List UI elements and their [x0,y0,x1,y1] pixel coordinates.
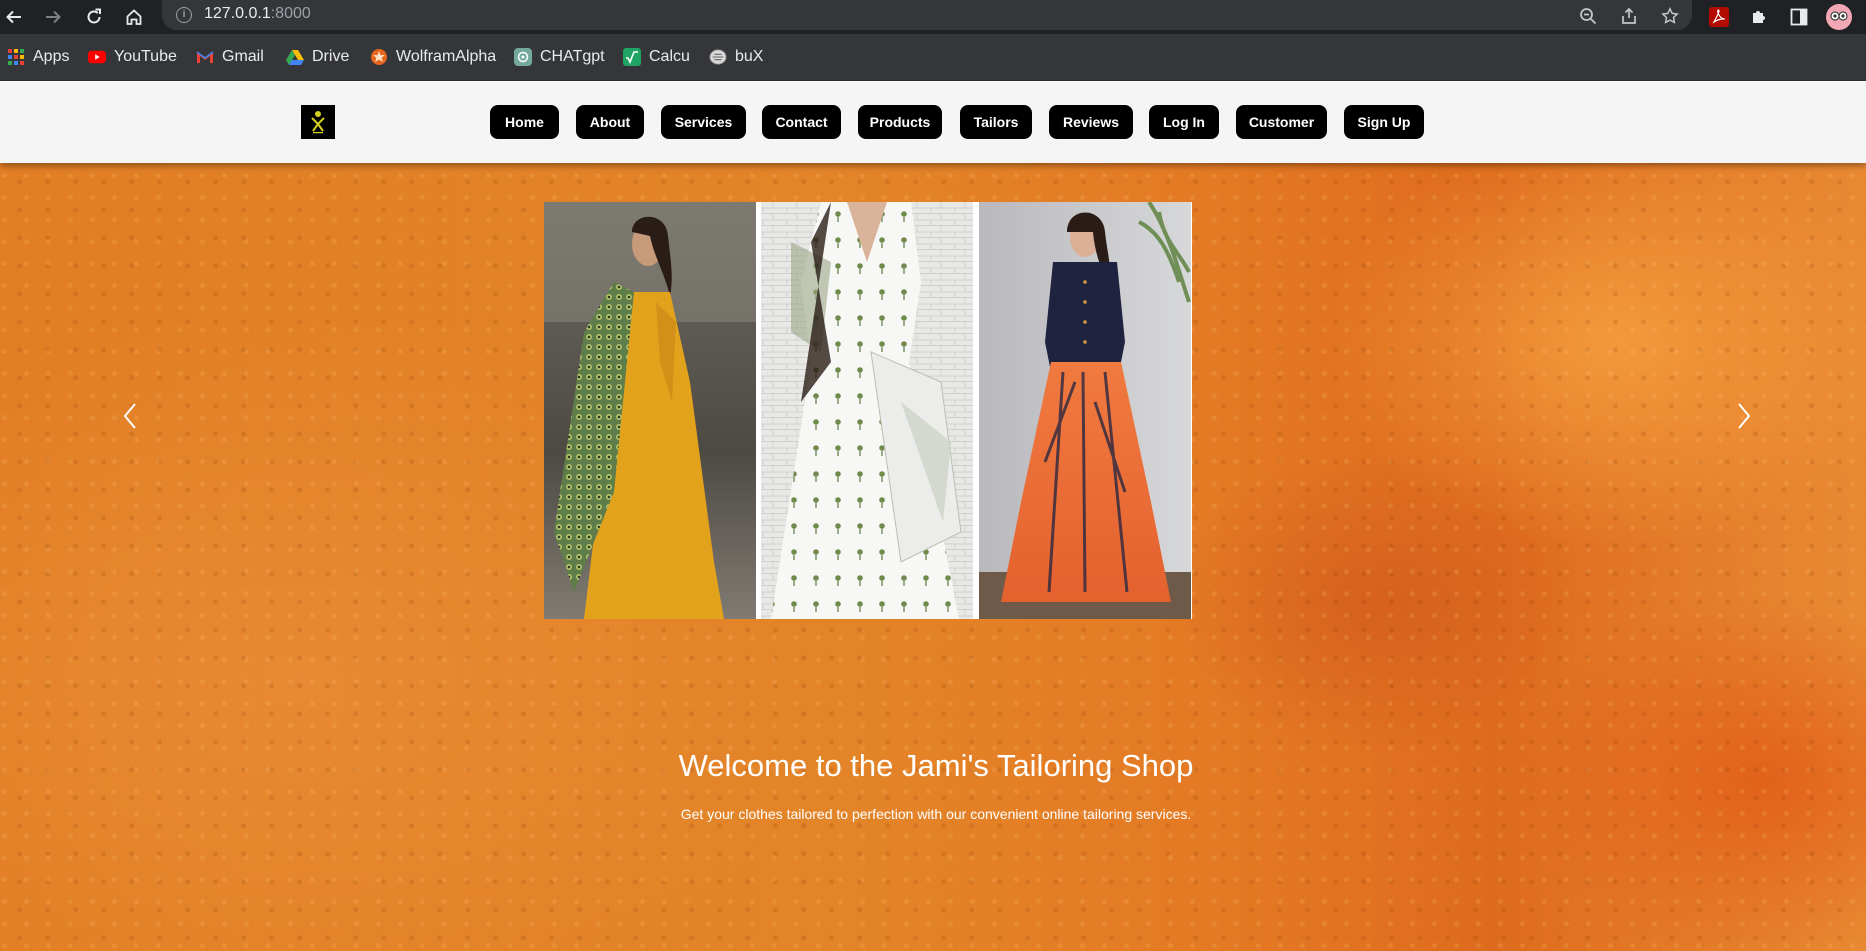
hero-subtitle-text: Get your clothes tailored to perfection … [680,806,1192,822]
carousel-image-yellow-dress [544,202,757,619]
site-info-icon[interactable]: i [176,7,192,23]
bookmark-calcu[interactable]: Calcu [623,46,690,68]
bookmark-apps[interactable]: Apps [7,46,69,68]
extensions-puzzle-icon[interactable] [1745,3,1773,31]
bux-icon [709,48,727,66]
hero-title-text: Welcome to the Jami's Tailoring Shop [678,748,1194,783]
chatgpt-icon [514,48,532,66]
bookmark-drive[interactable]: Drive [286,46,349,68]
tailor-logo-icon [311,111,325,134]
carousel-image-white-dress [761,202,974,619]
youtube-icon [88,48,106,66]
forward-arrow-icon [46,10,61,24]
bookmark-label: WolframAlpha [396,48,497,65]
page-viewport: Home About Services Contact Products Tai… [0,81,1866,951]
zoom-icon[interactable] [1576,4,1600,28]
bookmark-star-icon[interactable] [1658,4,1682,28]
hero-subtitle: Get your clothes tailored to perfection … [0,806,1866,822]
bookmark-label: Drive [312,48,350,65]
profile-avatar[interactable] [1825,3,1853,31]
bookmark-wolframalpha[interactable]: WolframAlpha [370,46,496,68]
bookmarks-bar: Apps YouTube Gmail Drive WolframAlpha CH… [0,34,1866,81]
address-bar[interactable]: i 127.0.0.1:8000 [162,0,1692,30]
bookmark-label: Gmail [222,48,264,65]
chevron-left-icon [123,403,136,429]
nav-reviews-button[interactable]: Reviews [1049,105,1133,139]
gmail-icon [196,48,214,66]
browser-toolbar: i 127.0.0.1:8000 [0,0,1866,34]
nav-contact-button[interactable]: Contact [762,105,841,139]
carousel-prev-button[interactable] [115,396,145,436]
nav-home-button[interactable]: Home [490,105,559,139]
nav-products-button[interactable]: Products [858,105,942,139]
reload-icon [87,8,101,24]
apps-grid-icon [7,48,25,66]
nav-services-button[interactable]: Services [661,105,746,139]
bookmark-label: CHATgpt [540,48,605,65]
nav-tailors-button[interactable]: Tailors [960,105,1032,139]
hero-title: Welcome to the Jami's Tailoring Shop [0,748,1866,784]
url-port: :8000 [270,5,311,22]
side-panel-icon[interactable] [1785,3,1813,31]
site-header: Home About Services Contact Products Tai… [0,81,1866,163]
url-host: 127.0.0.1 [204,5,271,22]
share-icon[interactable] [1617,4,1641,28]
bookmark-bux[interactable]: buX [709,46,763,68]
carousel-image-orange-dress [978,202,1192,619]
nav-customer-button[interactable]: Customer [1236,105,1327,139]
bookmark-label: Apps [33,48,70,65]
bookmark-gmail[interactable]: Gmail [196,46,264,68]
forward-button[interactable] [39,3,67,31]
drive-icon [286,48,304,66]
bookmark-label: buX [735,48,764,65]
nav-signup-button[interactable]: Sign Up [1344,105,1424,139]
back-button[interactable] [0,3,28,31]
bookmark-chatgpt[interactable]: CHATgpt [514,46,605,68]
reload-button[interactable] [80,3,108,31]
home-icon [126,9,142,25]
bookmark-youtube[interactable]: YouTube [88,46,177,68]
nav-about-button[interactable]: About [576,105,644,139]
wolframalpha-icon [370,48,388,66]
bookmark-label: Calcu [649,48,690,65]
acrobat-extension-icon[interactable] [1705,3,1733,31]
nav-login-button[interactable]: Log In [1149,105,1219,139]
carousel-next-button[interactable] [1729,396,1759,436]
back-arrow-icon [6,10,21,24]
hero-carousel [544,202,1192,619]
chevron-right-icon [1738,403,1751,429]
url-text[interactable]: 127.0.0.1:8000 [204,5,311,23]
site-logo[interactable] [301,105,335,139]
home-button[interactable] [120,3,148,31]
calculator-icon [623,48,641,66]
bookmark-label: YouTube [114,48,177,65]
